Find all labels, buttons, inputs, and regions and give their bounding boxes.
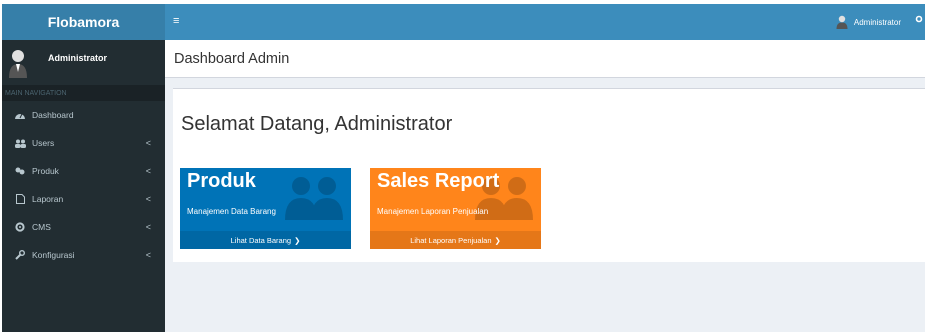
topbar-user-name: Administrator — [853, 17, 901, 27]
tile-link-label: Lihat Data Barang — [230, 235, 292, 245]
chevron-left-icon: < — [145, 166, 151, 176]
users-icon — [14, 138, 26, 148]
users-bg-icon — [283, 172, 345, 220]
user-menu[interactable]: Administrator — [836, 15, 901, 29]
chevron-left-icon: < — [145, 250, 151, 260]
chevron-left-icon: < — [145, 222, 151, 232]
brand-logo[interactable]: Flobamora — [2, 4, 165, 40]
dashboard-icon — [14, 110, 26, 120]
sidebar: Flobamora Administrator MAIN NAVIGATION … — [2, 4, 165, 332]
tile-link-label: Lihat Laporan Penjualan — [410, 235, 492, 245]
sidebar-item-laporan[interactable]: Laporan < — [2, 185, 165, 213]
welcome-heading: Selamat Datang, Administrator — [181, 113, 453, 135]
nav-header: MAIN NAVIGATION — [2, 85, 165, 101]
arrow-right-icon: ❯ — [294, 235, 301, 245]
welcome-box: Selamat Datang, Administrator Produk Man… — [173, 88, 925, 262]
top-navbar: ≡ Administrator — [165, 4, 925, 40]
wrench-icon — [14, 250, 26, 260]
chevron-left-icon: < — [145, 194, 151, 204]
user-avatar-icon — [8, 48, 28, 78]
tile-subtitle: Manajemen Data Barang — [187, 207, 276, 216]
content-wrapper: Dashboard Admin Selamat Datang, Administ… — [165, 40, 925, 332]
sidebar-item-label: Laporan — [32, 194, 64, 204]
report-icon — [14, 194, 26, 204]
tile-title: Sales Report — [377, 170, 500, 192]
sidebar-item-label: CMS — [32, 222, 51, 232]
cms-icon — [14, 222, 26, 232]
sidebar-item-dashboard[interactable]: Dashboard — [2, 101, 165, 129]
menu-toggle-icon[interactable]: ≡ — [173, 15, 179, 27]
tile-subtitle: Manajemen Laporan Penjualan — [377, 207, 489, 216]
sidebar-item-konfigurasi[interactable]: Konfigurasi < — [2, 241, 165, 269]
sales-report-tile: Sales Report Manajemen Laporan Penjualan… — [370, 168, 541, 249]
sidebar-item-cms[interactable]: CMS < — [2, 213, 165, 241]
arrow-right-icon: ❯ — [494, 235, 501, 245]
sidebar-item-users[interactable]: Users < — [2, 129, 165, 157]
produk-more-link[interactable]: Lihat Data Barang ❯ — [180, 231, 351, 249]
sales-report-more-link[interactable]: Lihat Laporan Penjualan ❯ — [370, 231, 541, 249]
gear-icon[interactable] — [915, 15, 923, 25]
sidebar-item-produk[interactable]: Produk < — [2, 157, 165, 185]
tile-title: Produk — [187, 170, 256, 192]
produk-tile: Produk Manajemen Data Barang Lihat Data … — [180, 168, 351, 249]
user-avatar-icon — [836, 15, 848, 29]
sidebar-item-label: Produk — [32, 166, 59, 176]
user-panel: Administrator — [2, 40, 165, 85]
sidebar-item-label: Users — [32, 138, 55, 148]
sidebar-item-label: Konfigurasi — [32, 250, 75, 260]
chevron-left-icon: < — [145, 138, 151, 148]
sidebar-item-label: Dashboard — [32, 110, 74, 120]
app-window: Flobamora Administrator MAIN NAVIGATION … — [0, 0, 925, 336]
product-icon — [14, 166, 26, 176]
sidebar-user-name: Administrator — [48, 52, 108, 63]
page-title: Dashboard Admin — [165, 40, 925, 78]
